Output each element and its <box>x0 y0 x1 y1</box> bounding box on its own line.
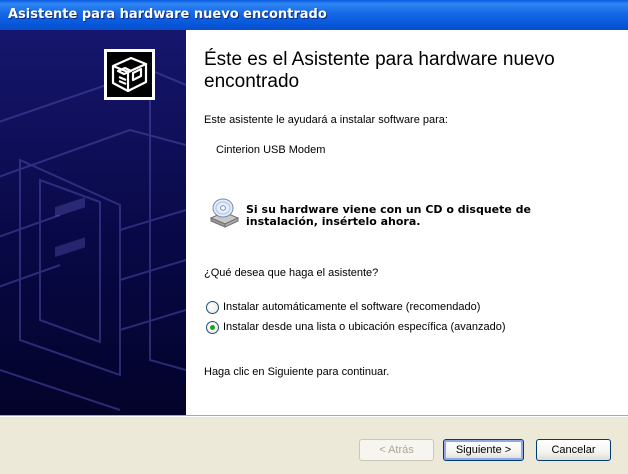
continue-instruction: Haga clic en Siguiente para continuar. <box>204 366 390 378</box>
back-button[interactable]: < Atrás <box>359 439 434 461</box>
wizard-window: Asistente para hardware nuevo encontrado <box>0 0 628 474</box>
next-button[interactable]: Siguiente > <box>443 439 524 461</box>
option-list-install-label[interactable]: Instalar desde una lista o ubicación esp… <box>223 321 506 333</box>
window-title: Asistente para hardware nuevo encontrado <box>8 7 327 22</box>
radio-auto-install[interactable] <box>206 300 219 314</box>
sidebar-art <box>0 68 186 411</box>
option-auto-install-label[interactable]: Instalar automáticamente el software (re… <box>223 301 480 313</box>
intro-text: Este asistente le ayudará a instalar sof… <box>204 114 448 126</box>
wizard-content: Éste es el Asistente para hardware nuevo… <box>186 30 628 415</box>
device-name: Cinterion USB Modem <box>216 144 326 156</box>
option-list-install[interactable]: Instalar desde una lista o ubicación esp… <box>206 319 506 335</box>
cd-notice-line-2: instalación, insértelo ahora. <box>246 215 421 228</box>
wizard-sidebar <box>0 30 186 415</box>
radio-list-install[interactable] <box>206 320 219 334</box>
wizard-heading: Éste es el Asistente para hardware nuevo… <box>204 49 555 92</box>
cd-drive-icon <box>209 198 240 228</box>
title-bar[interactable]: Asistente para hardware nuevo encontrado <box>0 0 628 30</box>
cd-notice: Si su hardware viene con un CD o disquet… <box>246 204 531 228</box>
wizard-question: ¿Qué desea que haga el asistente? <box>204 267 379 279</box>
cancel-button[interactable]: Cancelar <box>536 439 611 461</box>
hardware-wizard-icon <box>104 49 155 100</box>
option-auto-install[interactable]: Instalar automáticamente el software (re… <box>206 299 480 315</box>
wizard-footer: < Atrás Siguiente > Cancelar <box>0 417 628 474</box>
